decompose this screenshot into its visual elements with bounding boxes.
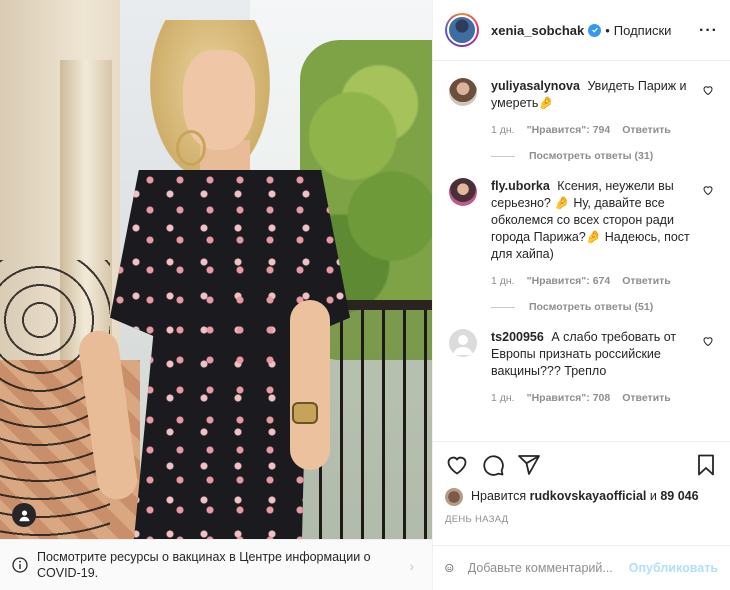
comment-body: yuliyasalynova Увидеть Париж и умереть🤌 — [491, 62, 694, 112]
like-heart-icon[interactable] — [445, 453, 469, 477]
comment-avatar[interactable] — [449, 78, 477, 106]
add-comment-input[interactable] — [467, 561, 629, 575]
comment-meta: 1 дн. "Нравится": 708 Ответить — [491, 392, 694, 404]
comment-username[interactable]: fly.uborka — [491, 179, 550, 193]
like-comment-heart-icon[interactable] — [702, 184, 714, 196]
emoji-icon[interactable] — [445, 556, 454, 580]
replies-divider — [491, 306, 515, 308]
author-username[interactable]: xenia_sobchak — [491, 23, 584, 38]
post-photo[interactable] — [0, 0, 432, 539]
publish-comment-button[interactable]: Опубликовать — [629, 561, 718, 575]
liked-by-avatar[interactable] — [445, 488, 463, 506]
info-icon — [12, 557, 28, 573]
post-header: xenia_sobchak • Подписки ··· — [433, 0, 730, 61]
verified-badge-icon — [588, 23, 602, 37]
comment-meta: 1 дн. "Нравится": 674 Ответить — [491, 275, 694, 287]
replies-divider — [491, 155, 515, 157]
photo-ring — [292, 402, 318, 424]
reply-button[interactable]: Ответить — [622, 275, 671, 287]
default-avatar-icon — [453, 335, 473, 355]
post-side-panel: xenia_sobchak • Подписки ··· yuliyasalyn… — [432, 0, 730, 590]
comment-avatar[interactable] — [449, 178, 477, 206]
comment-item: fly.uborka Ксения, неужели вы серьезно? … — [445, 162, 718, 313]
liked-by-prefix: Нравится — [471, 489, 527, 503]
covid-info-banner[interactable]: Посмотрите ресурсы о вакцинах в Центре и… — [0, 539, 432, 590]
author-avatar[interactable] — [445, 13, 479, 47]
share-icon[interactable] — [517, 453, 541, 477]
comment-item: ts200956 А слабо требовать от Европы при… — [445, 313, 718, 404]
photo-earring — [176, 130, 206, 166]
view-replies-button[interactable]: Посмотреть ответы (51) — [491, 301, 694, 313]
reply-button[interactable]: Ответить — [622, 392, 671, 404]
comment-username[interactable]: yuliyasalynova — [491, 79, 580, 93]
bookmark-icon[interactable] — [694, 453, 718, 477]
post-actions: Нравится rudkovskayaofficial и 89 046 Де… — [433, 441, 730, 525]
like-comment-heart-icon[interactable] — [702, 84, 714, 96]
comments-list[interactable]: yuliyasalynova Увидеть Париж и умереть🤌 … — [433, 62, 730, 440]
user-icon — [18, 509, 30, 521]
view-replies-button[interactable]: Посмотреть ответы (31) — [491, 150, 694, 162]
tagged-users-button[interactable] — [12, 503, 36, 527]
comment-time[interactable]: 1 дн. — [491, 392, 515, 404]
comment-meta: 1 дн. "Нравится": 794 Ответить — [491, 124, 694, 136]
following-button[interactable]: Подписки — [614, 23, 672, 38]
photo-arm-right — [290, 300, 330, 470]
comment-time[interactable]: 1 дн. — [491, 275, 515, 287]
view-replies-label: Посмотреть ответы (51) — [529, 301, 654, 313]
covid-banner-text: Посмотрите ресурсы о вакцинах в Центре и… — [37, 550, 371, 580]
comment-body: fly.uborka Ксения, неужели вы серьезно? … — [491, 162, 694, 263]
comment-username[interactable]: ts200956 — [491, 330, 544, 344]
view-replies-label: Посмотреть ответы (31) — [529, 150, 654, 162]
header-separator: • — [605, 22, 610, 38]
liked-by: Нравится rudkovskayaofficial и 89 046 — [445, 488, 718, 506]
like-comment-heart-icon[interactable] — [702, 335, 714, 347]
comment-likes[interactable]: "Нравится": 708 — [527, 392, 611, 404]
liked-by-others[interactable]: 89 046 — [660, 489, 698, 503]
reply-button[interactable]: Ответить — [622, 124, 671, 136]
liked-by-text: Нравится rudkovskayaofficial и 89 046 — [471, 488, 699, 504]
author-avatar-image — [447, 15, 477, 45]
more-options-icon[interactable]: ··· — [699, 22, 718, 40]
comment-icon[interactable] — [481, 453, 505, 477]
comment-likes[interactable]: "Нравится": 794 — [527, 124, 611, 136]
comment-item: yuliyasalynova Увидеть Париж и умереть🤌 … — [445, 62, 718, 162]
comment-avatar[interactable] — [449, 329, 477, 357]
add-comment-bar: Опубликовать — [433, 545, 730, 590]
comment-body: ts200956 А слабо требовать от Европы при… — [491, 313, 694, 380]
post-timestamp[interactable]: День назад — [445, 514, 718, 525]
comment-time[interactable]: 1 дн. — [491, 124, 515, 136]
comment-likes[interactable]: "Нравится": 674 — [527, 275, 611, 287]
chevron-right-icon: › — [409, 558, 414, 574]
action-icons-row — [445, 452, 718, 478]
liked-by-suffix: и — [649, 489, 657, 503]
liked-by-user[interactable]: rudkovskayaofficial — [530, 489, 647, 503]
